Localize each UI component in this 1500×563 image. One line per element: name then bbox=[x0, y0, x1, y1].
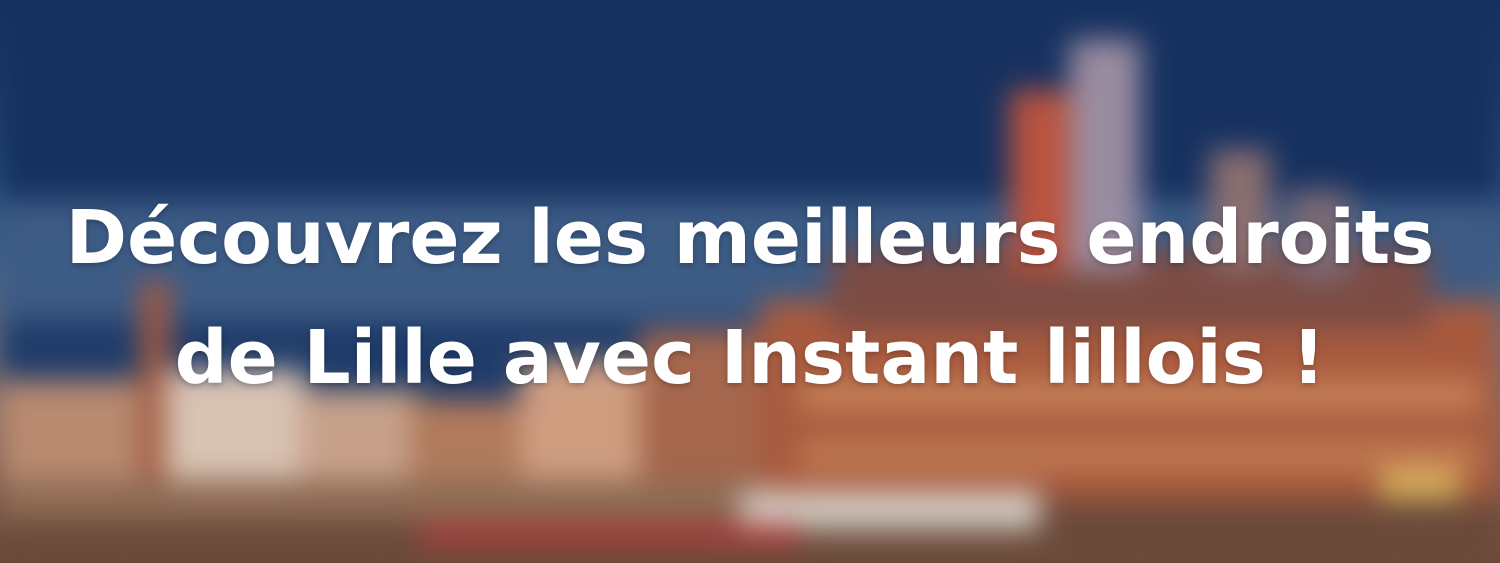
hero-headline-line-1: Découvrez les meilleurs endroits bbox=[65, 195, 1435, 281]
hero-banner: Découvrez les meilleurs endroits de Lill… bbox=[0, 0, 1500, 563]
hero-headline: Découvrez les meilleurs endroits de Lill… bbox=[0, 178, 1500, 418]
hero-headline-line-2: de Lille avec Instant lillois ! bbox=[174, 315, 1326, 401]
